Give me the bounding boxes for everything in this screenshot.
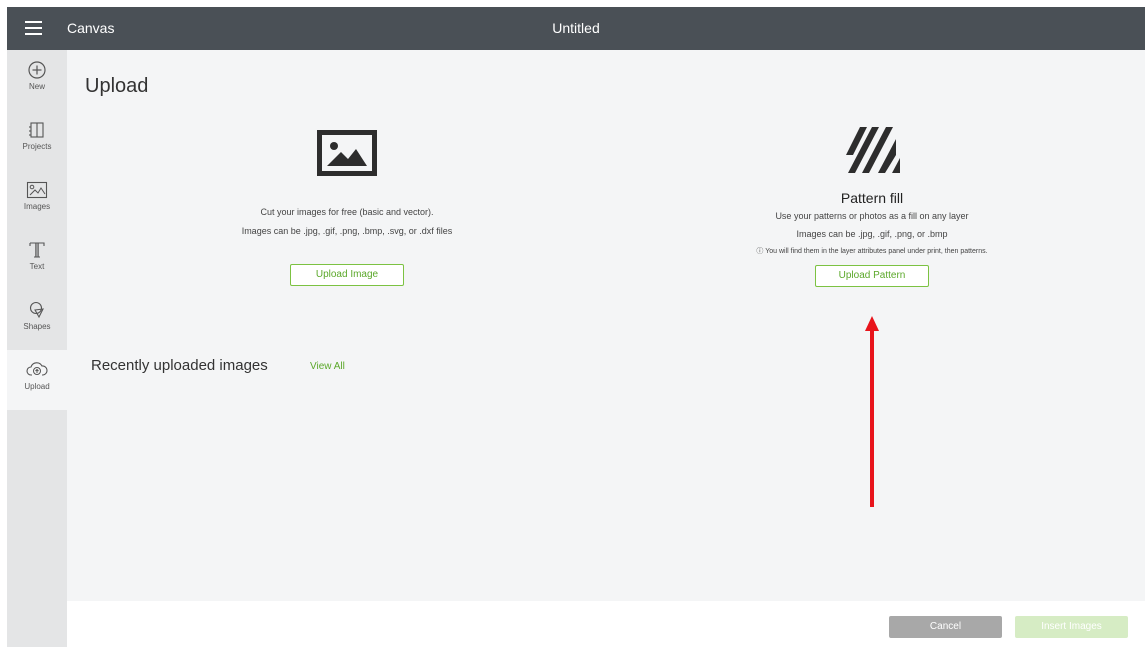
- pattern-fill-desc: Use your patterns or photos as a fill on…: [775, 211, 969, 221]
- footer-bar: Cancel Insert Images: [67, 601, 1145, 647]
- sidebar-filler: [7, 410, 67, 647]
- sidebar-item-projects[interactable]: Projects: [7, 110, 67, 170]
- app-window: Canvas Untitled New Projects Images Text…: [7, 7, 1145, 647]
- sidebar-item-label: Upload: [24, 382, 50, 391]
- document-title: Untitled: [552, 20, 600, 36]
- upload-image-button[interactable]: Upload Image: [290, 264, 404, 286]
- sidebar-item-upload[interactable]: Upload: [7, 350, 67, 410]
- image-icon: [317, 130, 377, 176]
- cloud-upload-icon: [26, 362, 48, 376]
- pattern-fill-title: Pattern fill: [840, 190, 904, 206]
- sidebar-item-images[interactable]: Images: [7, 170, 67, 230]
- sidebar-item-label: Images: [23, 202, 51, 211]
- sidebar-item-label: Shapes: [23, 322, 51, 331]
- page-title: Upload: [85, 75, 149, 97]
- recent-uploads-title: Recently uploaded images: [91, 357, 268, 374]
- shapes-icon: [29, 301, 44, 319]
- sidebar-item-label: Text: [29, 262, 45, 271]
- pattern-stripes-icon: [846, 127, 900, 173]
- upload-image-desc: Cut your images for free (basic and vect…: [260, 207, 434, 217]
- upload-image-section: Cut your images for free (basic and vect…: [152, 130, 542, 286]
- text-icon: [29, 242, 45, 258]
- sidebar-item-shapes[interactable]: Shapes: [7, 290, 67, 350]
- insert-images-button[interactable]: Insert Images: [1015, 616, 1128, 638]
- upload-pattern-button[interactable]: Upload Pattern: [815, 265, 929, 287]
- sidebar-item-label: Projects: [22, 142, 52, 151]
- upload-image-formats: Images can be .jpg, .gif, .png, .bmp, .s…: [241, 226, 453, 236]
- pattern-fill-formats: Images can be .jpg, .gif, .png, or .bmp: [796, 229, 948, 239]
- left-sidebar: New Projects Images Text Shapes Upload: [7, 50, 67, 647]
- sidebar-item-label: New: [28, 82, 45, 91]
- pattern-fill-section: Pattern fill Use your patterns or photos…: [667, 125, 1077, 287]
- sidebar-item-text[interactable]: Text: [7, 230, 67, 290]
- projects-icon: [29, 122, 44, 138]
- cancel-button[interactable]: Cancel: [889, 616, 1002, 638]
- plus-circle-icon: [28, 61, 46, 79]
- sidebar-item-new[interactable]: New: [7, 50, 67, 110]
- pattern-fill-info: ⓘ You will find them in the layer attrib…: [756, 248, 988, 255]
- top-bar: Canvas Untitled: [7, 7, 1145, 50]
- upload-panel: Upload Cut your images for free (basic a…: [67, 50, 1145, 601]
- view-all-link[interactable]: View All: [310, 361, 345, 372]
- image-icon: [26, 181, 48, 199]
